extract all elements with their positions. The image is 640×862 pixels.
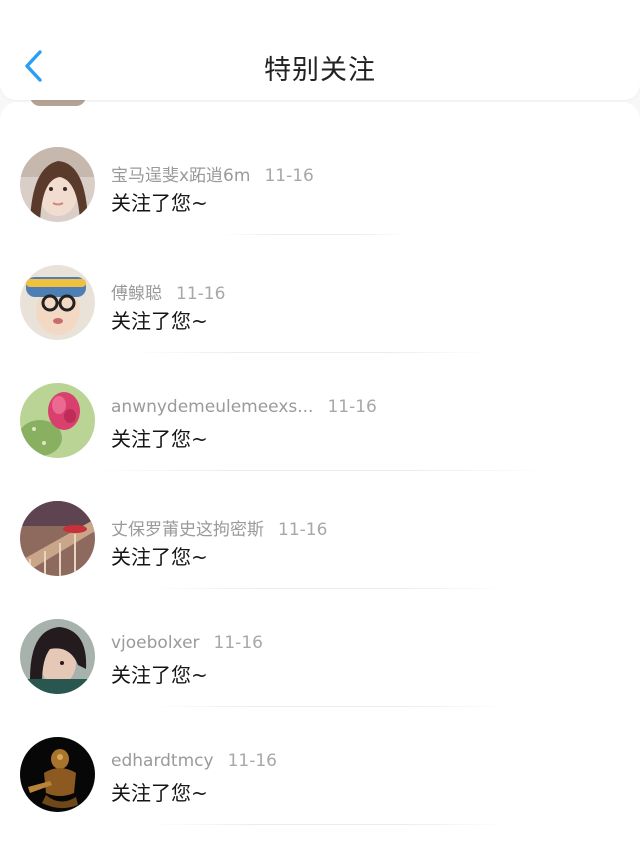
username[interactable]: edhardtmcy — [111, 751, 214, 771]
notification-message: 关注了您~ — [111, 545, 208, 569]
top-navigation-bar: 特别关注 — [0, 0, 640, 100]
username[interactable]: 傅鳈聪 — [111, 284, 162, 304]
notification-meta: 傅鳈聪 11-16 — [111, 279, 225, 304]
notification-meta: vjoebolxer 11-16 — [111, 633, 263, 653]
page-title: 特别关注 — [264, 55, 376, 86]
divider — [150, 824, 510, 825]
notification-message: 关注了您~ — [111, 781, 208, 805]
notification-meta: 宝马逞斐x跖逍6m 11-16 — [111, 161, 314, 186]
username[interactable]: vjoebolxer — [111, 633, 200, 653]
avatar[interactable] — [20, 737, 95, 812]
notification-message: 关注了您~ — [111, 427, 208, 451]
timestamp: 11-16 — [278, 520, 328, 540]
avatar[interactable] — [20, 383, 95, 458]
notification-meta: 丈保罗莆史这拘密斯 11-16 — [111, 515, 327, 540]
list-item[interactable]: 傅鳈聪 11-16 关注了您~ — [0, 235, 640, 353]
notification-list: 宝马逞斐x跖逍6m 11-16 关注了您~ 傅鳈聪 11-16 关注了您~ an… — [0, 102, 640, 862]
timestamp: 11-16 — [176, 284, 226, 304]
timestamp: 11-16 — [213, 633, 263, 653]
list-item[interactable]: vjoebolxer 11-16 关注了您~ — [0, 589, 640, 707]
notification-message: 关注了您~ — [111, 663, 208, 687]
avatar[interactable] — [20, 619, 95, 694]
notification-meta: anwnydemeulemeexs... 11-16 — [111, 397, 377, 417]
username[interactable]: 宝马逞斐x跖逍6m — [111, 166, 250, 186]
notification-message: 关注了您~ — [111, 309, 208, 333]
timestamp: 11-16 — [327, 397, 377, 417]
list-item[interactable]: 宝马逞斐x跖逍6m 11-16 关注了您~ — [0, 117, 640, 235]
notification-meta: edhardtmcy 11-16 — [111, 751, 277, 771]
avatar[interactable] — [20, 265, 95, 340]
notification-message: 关注了您~ — [111, 191, 208, 215]
list-item[interactable]: 丈保罗莆史这拘密斯 11-16 关注了您~ — [0, 471, 640, 589]
timestamp: 11-16 — [264, 166, 314, 186]
username[interactable]: anwnydemeulemeexs... — [111, 397, 313, 417]
timestamp: 11-16 — [227, 751, 277, 771]
list-item[interactable]: anwnydemeulemeexs... 11-16 关注了您~ — [0, 353, 640, 471]
avatar[interactable] — [20, 501, 95, 576]
avatar[interactable] — [20, 147, 95, 222]
username[interactable]: 丈保罗莆史这拘密斯 — [111, 520, 264, 540]
list-item[interactable]: edhardtmcy 11-16 关注了您~ — [0, 707, 640, 825]
